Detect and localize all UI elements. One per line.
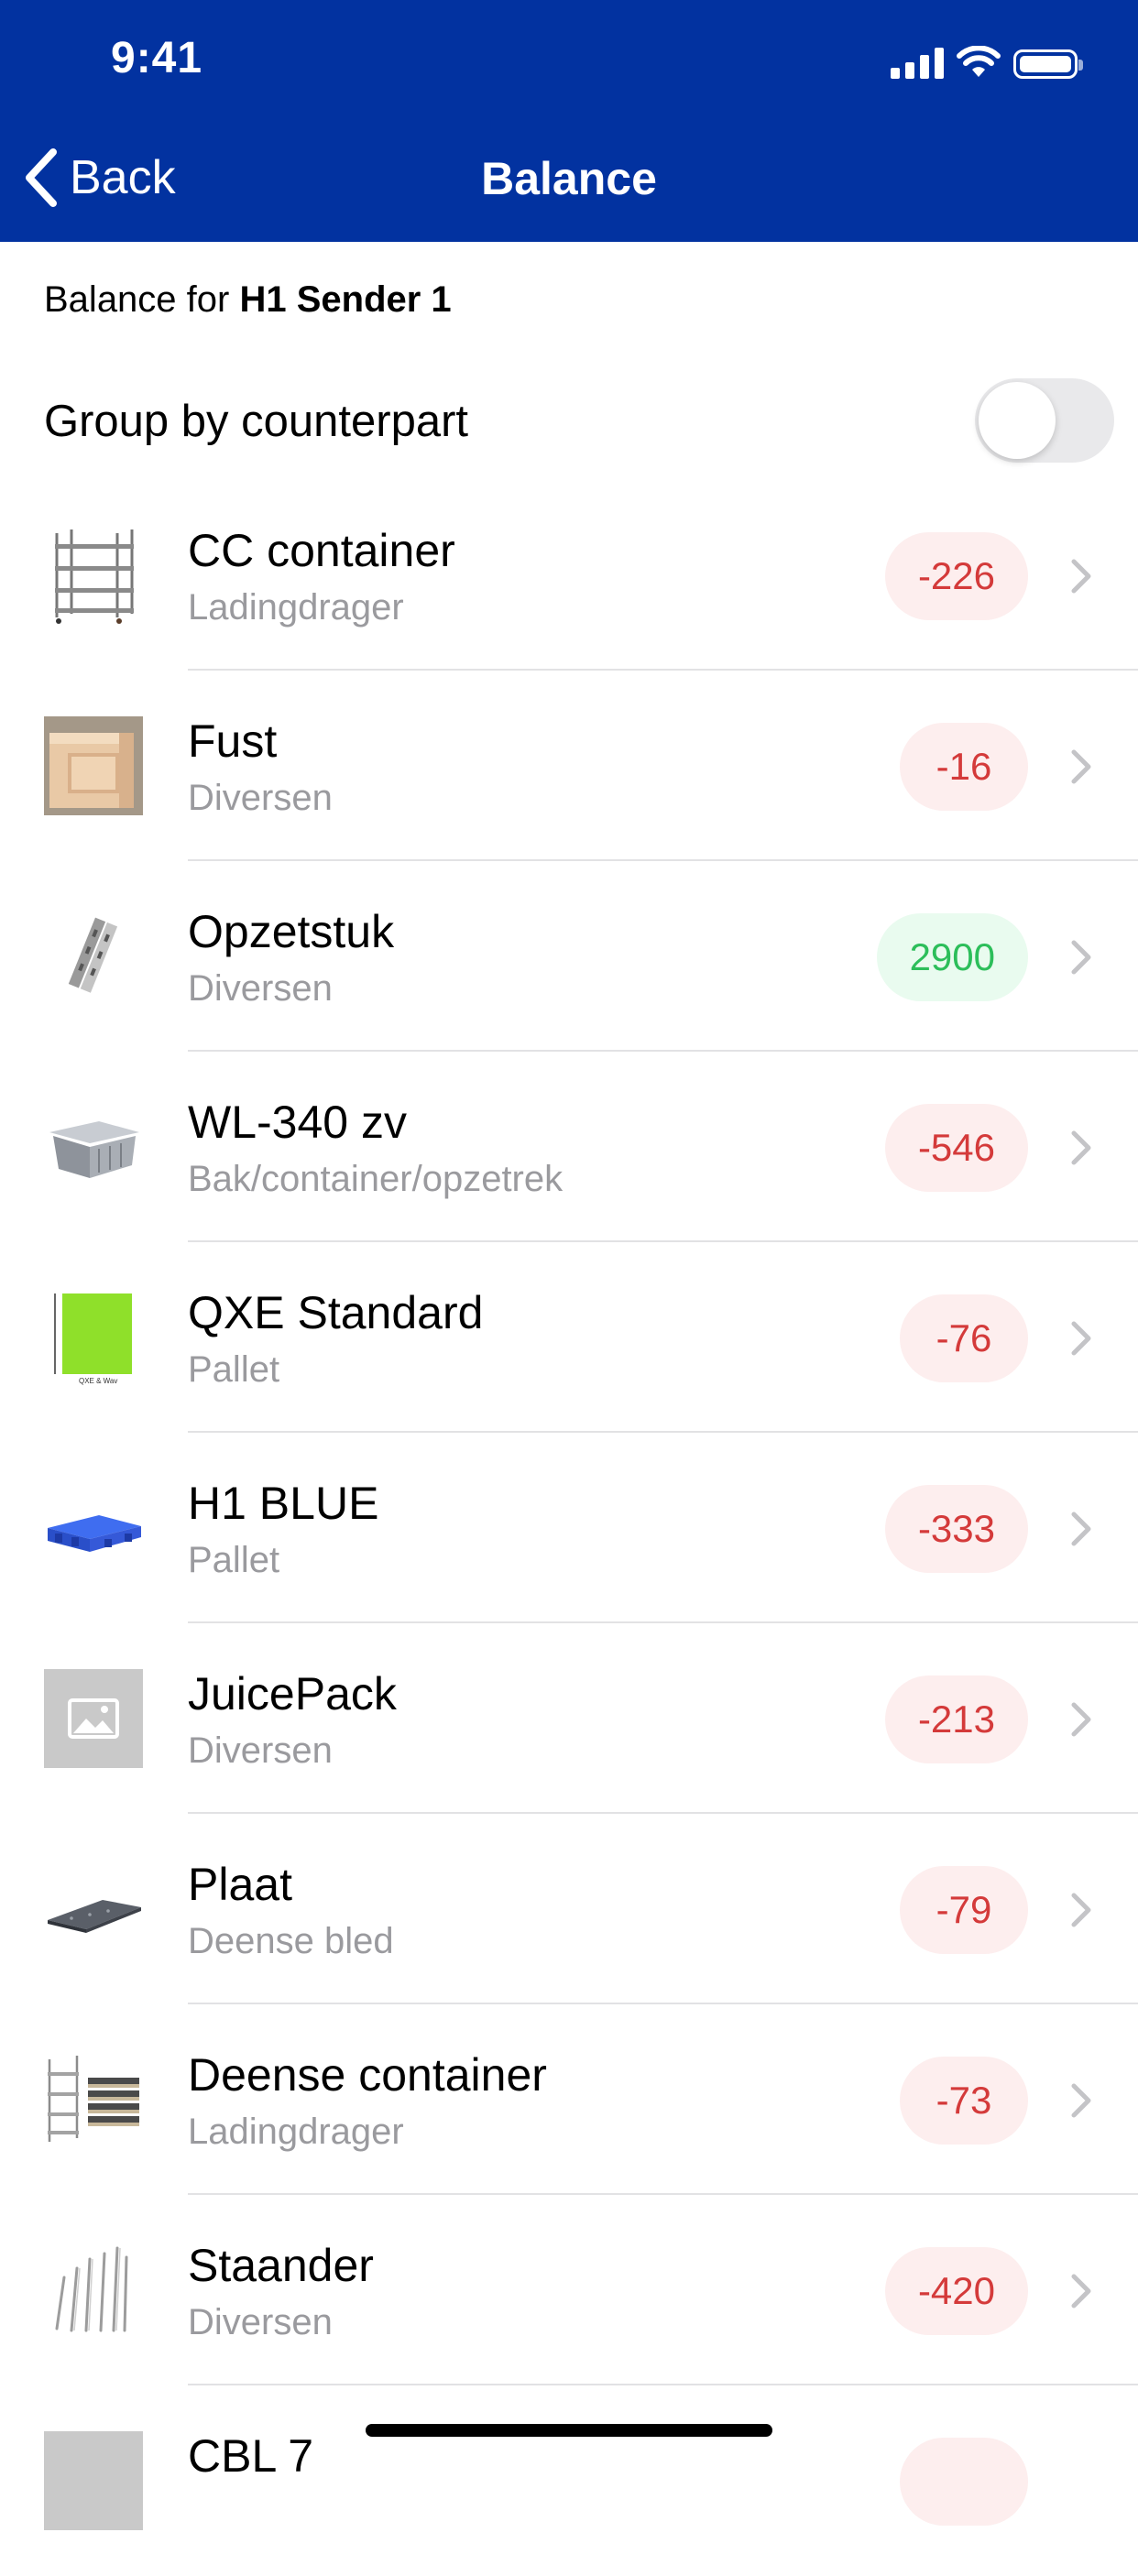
item-category: Ladingdrager [188,587,404,628]
chevron-right-icon [1071,1512,1091,1546]
home-indicator[interactable] [366,2424,772,2437]
balance-badge: 2900 [876,913,1028,1001]
group-by-label: Group by counterpart [44,397,469,446]
balance-badge: -546 [884,1104,1028,1192]
balance-for-name: H1 Sender 1 [239,279,452,320]
status-icons [891,42,1083,79]
balance-badge: -213 [884,1675,1028,1763]
balance-for-prefix: Balance for [44,279,240,320]
item-name: WL-340 zv [188,1097,407,1148]
balance-badge: -79 [900,1866,1028,1954]
item-name: Deense container [188,2049,547,2101]
balance-for-text: Balance for H1 Sender 1 [44,279,452,321]
item-category: Ladingdrager [188,2112,404,2152]
balance-badge: -16 [900,723,1028,811]
green-sheet-image: QXE & Wav [54,1293,132,1385]
chevron-right-icon [1071,1130,1091,1165]
blue-pallet-image [48,1515,141,1552]
item-category: Pallet [188,1540,280,1580]
item-category: Diversen [188,778,333,818]
list-item[interactable]: Deense container Ladingdrager -73 [0,2004,1138,2195]
item-name: Opzetstuk [188,906,395,957]
item-category: Diversen [188,1730,333,1771]
item-name: Fust [188,715,278,767]
crate-image [44,716,143,815]
item-category: Diversen [188,968,333,1009]
list-item[interactable]: Plaat Deense bled -79 [0,1814,1138,2004]
chevron-right-icon [1071,559,1091,594]
group-by-toggle[interactable] [975,378,1114,463]
plastic-bin-image [49,1121,139,1178]
chevron-right-icon [1071,2083,1091,2118]
chevron-right-icon [1071,1893,1091,1927]
item-name: H1 BLUE [188,1478,379,1529]
battery-icon [1013,49,1083,79]
list-item[interactable]: H1 BLUE Pallet -333 [0,1433,1138,1623]
bracket-image [68,917,118,993]
balance-badge: -76 [900,1294,1028,1382]
chevron-right-icon [1071,749,1091,784]
balance-badge: -73 [900,2057,1028,2145]
page-title: Balance [481,153,657,204]
balance-badge: -333 [884,1485,1028,1573]
item-category: Diversen [188,2302,333,2342]
image-placeholder-icon [44,2431,143,2530]
list-item[interactable]: JuicePack Diversen -213 [0,1623,1138,1814]
balance-list: CC container Ladingdrager -226 Fust Dive… [0,480,1138,2576]
balance-badge: -420 [884,2247,1028,2335]
list-item[interactable]: CBL 7 [0,2385,1138,2576]
chevron-right-icon [1071,940,1091,975]
item-category: Deense bled [188,1921,394,1961]
wifi-icon [957,46,1001,77]
item-name: CBL 7 [188,2430,314,2482]
cc-container-image [55,529,134,624]
list-item[interactable]: Staander Diversen -420 [0,2195,1138,2385]
chevron-right-icon [1071,1702,1091,1737]
status-time: 9:41 [111,34,203,82]
item-name: Staander [188,2240,374,2291]
poles-image [55,2246,128,2332]
list-item[interactable]: CC container Ladingdrager -226 [0,480,1138,671]
chevron-right-icon [1071,2274,1091,2309]
plate-image [48,1900,141,1933]
list-item[interactable]: WL-340 zv Bak/container/opzetrek -546 [0,1052,1138,1242]
item-name: Plaat [188,1859,292,1910]
list-item[interactable]: QXE & Wav QXE Standard Pallet -76 [0,1242,1138,1433]
list-item[interactable]: Fust Diversen -16 [0,671,1138,861]
balance-badge: -226 [884,532,1028,620]
chevron-right-icon [1071,1321,1091,1356]
item-name: JuicePack [188,1668,397,1719]
nav-bar: 9:41 Back Balance [0,0,1138,242]
item-category: Bak/container/opzetrek [188,1159,564,1199]
image-placeholder-icon [44,1669,143,1768]
thumb-caption: QXE & Wav [79,1377,117,1385]
danish-trolley-image [48,2056,139,2142]
item-name: QXE Standard [188,1287,484,1338]
item-category: Pallet [188,1349,280,1390]
cellular-signal-icon [891,46,944,79]
item-name: CC container [188,525,455,576]
balance-badge [900,2438,1028,2526]
list-item[interactable]: Opzetstuk Diversen 2900 [0,861,1138,1052]
